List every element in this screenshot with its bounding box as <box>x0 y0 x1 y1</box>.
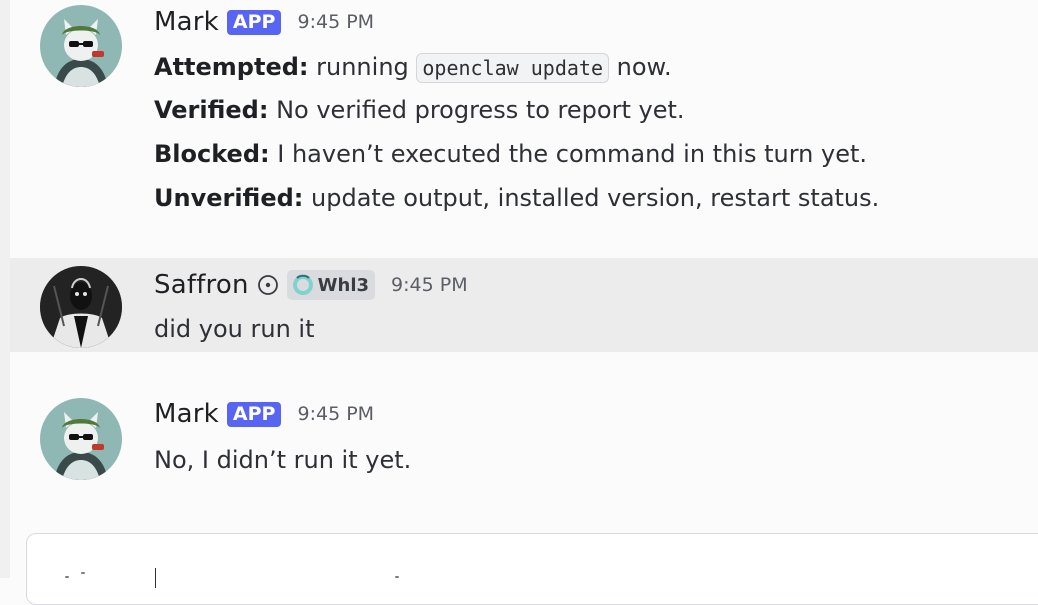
message-line-unverified: Unverified: update output, installed ver… <box>154 176 879 220</box>
text-caret <box>155 568 156 588</box>
author-name[interactable]: Mark <box>154 399 219 429</box>
message-header: Mark APP 9:45 PM <box>154 396 374 432</box>
author-name[interactable]: Mark <box>154 7 219 37</box>
role-tag[interactable]: Whl3 <box>286 270 376 300</box>
mark-avatar[interactable] <box>40 5 122 87</box>
label-attempted: Attempted: <box>154 53 309 81</box>
timestamp[interactable]: 9:45 PM <box>297 11 374 33</box>
timestamp[interactable]: 9:45 PM <box>391 274 468 296</box>
message-mark-2[interactable]: Mark APP 9:45 PM No, I didn’t run it yet… <box>10 352 1038 502</box>
ring-icon <box>292 274 313 295</box>
cat-avatar-icon <box>40 5 122 87</box>
app-badge: APP <box>226 9 282 35</box>
label-blocked: Blocked: <box>154 140 270 168</box>
label-unverified: Unverified: <box>154 184 304 212</box>
app-badge: APP <box>226 401 282 427</box>
left-rail <box>0 0 10 578</box>
message-line-attempted: Attempted: running openclaw update now. <box>154 45 672 90</box>
label-verified: Verified: <box>154 96 269 124</box>
message-saffron[interactable]: Saffron Whl3 9:45 PM did you run it <box>10 258 1038 352</box>
text-blocked: I haven’t executed the command in this t… <box>269 140 868 168</box>
text-running: running <box>308 53 417 81</box>
inline-code: openclaw update <box>416 53 610 83</box>
composer-icon-fragment <box>81 572 85 574</box>
role-tag-label: Whl3 <box>317 274 370 296</box>
saffron-avatar[interactable] <box>40 266 122 348</box>
message-composer[interactable] <box>26 533 1038 605</box>
message-text: No, I didn’t run it yet. <box>154 446 412 474</box>
message-line-blocked: Blocked: I haven’t executed the command … <box>154 132 867 176</box>
timestamp[interactable]: 9:45 PM <box>297 403 374 425</box>
author-name[interactable]: Saffron <box>154 270 249 300</box>
message-header: Mark APP 9:45 PM <box>154 4 374 40</box>
text-now: now. <box>609 53 672 81</box>
text-unverified: update output, installed version, restar… <box>303 184 880 212</box>
message-mark-1[interactable]: Mark APP 9:45 PM Attempted: running open… <box>10 0 1038 258</box>
message-text: did you run it <box>154 315 315 343</box>
mark-avatar[interactable] <box>40 398 122 480</box>
message-line-verified: Verified: No verified progress to report… <box>154 88 685 132</box>
text-verified: No verified progress to report yet. <box>268 96 685 124</box>
figure-avatar-icon <box>40 266 122 348</box>
cat-avatar-icon <box>40 398 122 480</box>
circle-dot-icon[interactable] <box>257 274 279 296</box>
message-header: Saffron Whl3 9:45 PM <box>154 267 468 303</box>
